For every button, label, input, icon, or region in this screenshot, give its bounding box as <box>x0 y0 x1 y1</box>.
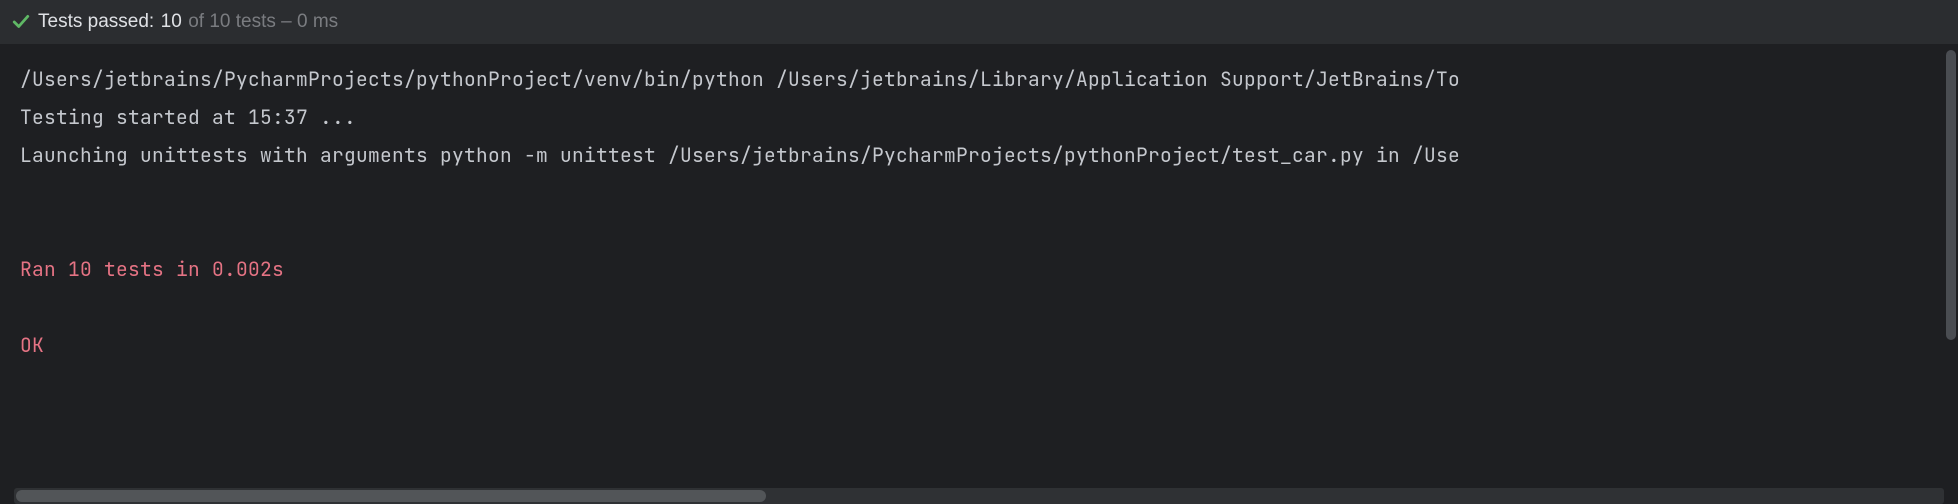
vertical-scrollbar-thumb[interactable] <box>1946 50 1956 340</box>
console-wrapper: /Users/jetbrains/PycharmProjects/pythonP… <box>0 44 1958 504</box>
console-line-ran: Ran 10 tests in 0.002s <box>20 256 284 282</box>
check-icon <box>12 13 30 31</box>
test-status-header: Tests passed: 10 of 10 tests – 0 ms <box>0 0 1958 44</box>
tests-total-suffix: of 10 tests – 0 ms <box>188 11 338 32</box>
console-output[interactable]: /Users/jetbrains/PycharmProjects/pythonP… <box>0 44 1958 504</box>
horizontal-scrollbar-thumb[interactable] <box>16 490 766 502</box>
console-line: Launching unittests with arguments pytho… <box>20 142 1460 168</box>
tests-passed-label: Tests passed: <box>38 11 154 32</box>
console-line: Testing started at 15:37 ... <box>20 104 356 130</box>
console-line: /Users/jetbrains/PycharmProjects/pythonP… <box>20 66 1460 92</box>
console-line-ok: OK <box>20 332 44 358</box>
tests-passed-count: 10 <box>161 11 182 32</box>
